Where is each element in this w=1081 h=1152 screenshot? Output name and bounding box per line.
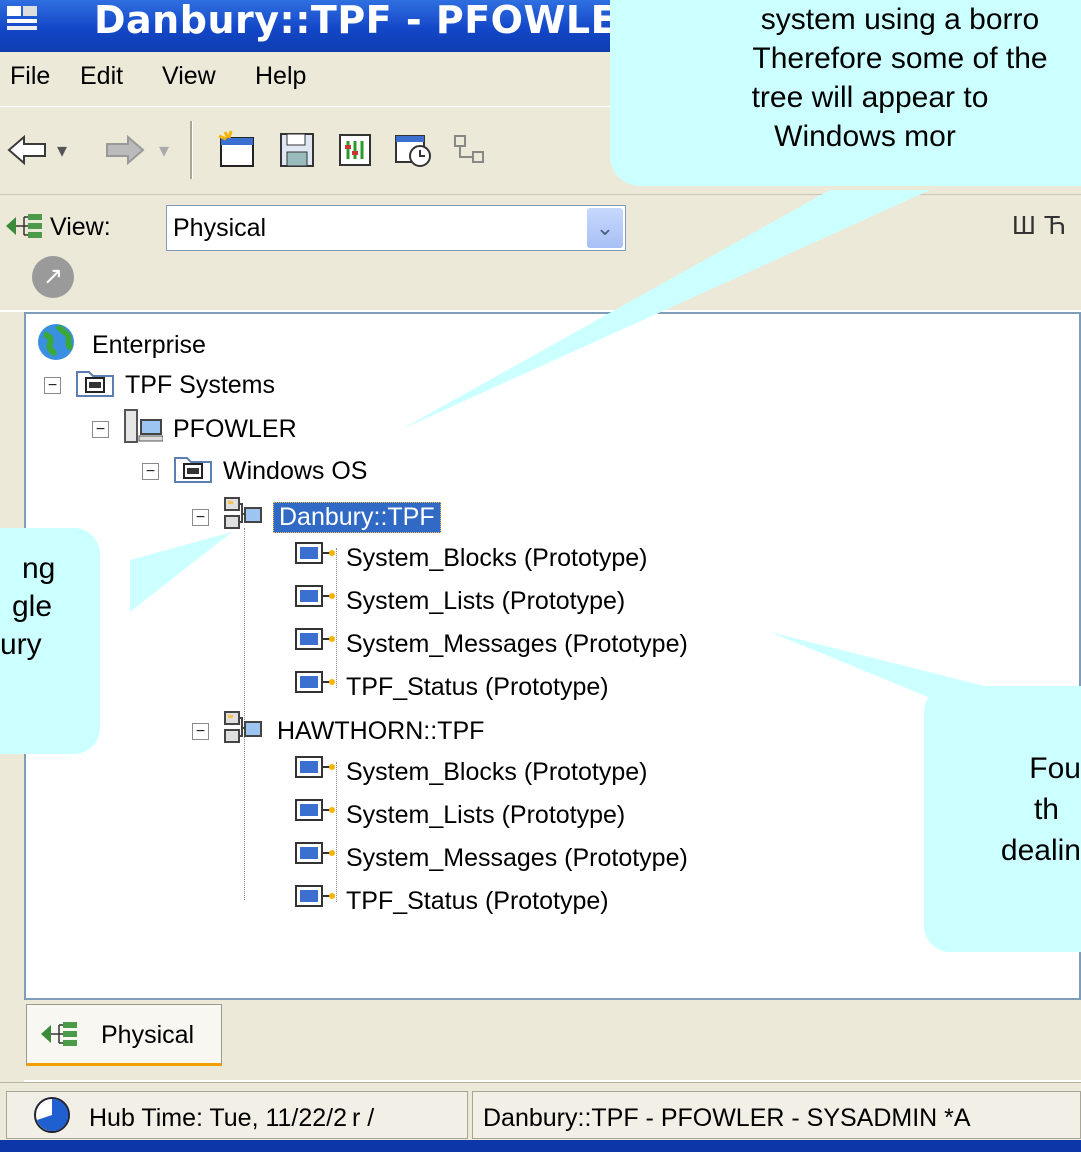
callout-line: ng	[22, 552, 56, 585]
callout-line: tree will appear to	[751, 81, 989, 114]
callout-line: dealin	[1000, 834, 1081, 867]
callout-line: th	[1033, 793, 1059, 826]
callout-line: gle	[12, 590, 53, 623]
callout-top: system using a borro Therefore some of t…	[610, 0, 1081, 186]
callout-line: ury	[0, 628, 42, 661]
callout-line: system using a borro	[760, 3, 1040, 36]
callout-line: Therefore some of the	[752, 42, 1048, 75]
callout-line: Windows mor	[774, 120, 956, 153]
callout-left: ng gle ury	[0, 528, 100, 754]
callout-line: Fou	[1029, 752, 1081, 785]
callout-right: Fou th dealin	[924, 686, 1081, 952]
app-window: Danbury::TPF - PFOWLER - SYSA File Edit …	[0, 0, 1081, 1152]
